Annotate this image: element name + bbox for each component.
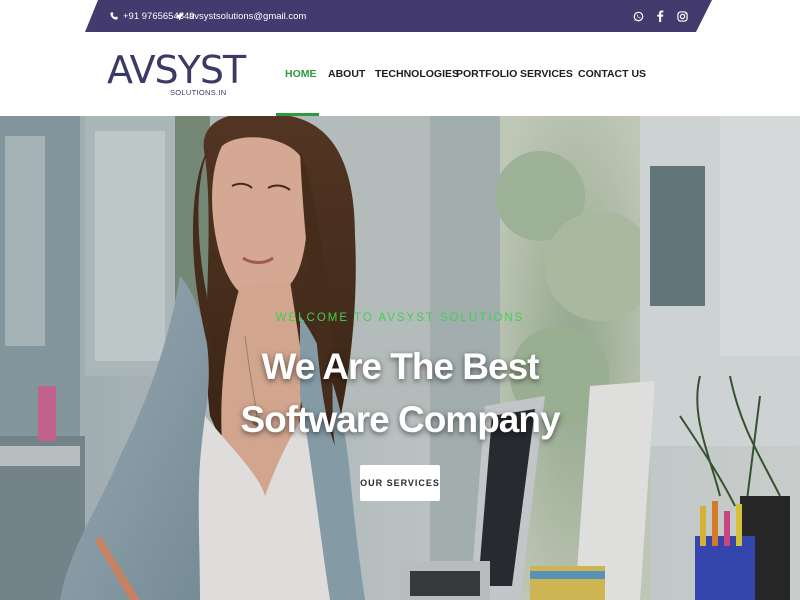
contact-email[interactable]: avsystsolutions@gmail.com	[175, 0, 306, 32]
hero-eyebrow: WELCOME TO AVSYST SOLUTIONS	[275, 312, 525, 324]
facebook-icon	[657, 10, 664, 22]
nav-portfolio[interactable]: PORTFOLIO	[456, 32, 517, 116]
phone-icon	[110, 12, 118, 20]
nav-home[interactable]: HOME	[285, 32, 317, 116]
hero-title: We Are The Best Software Company	[240, 346, 560, 440]
paper-plane-icon	[175, 11, 184, 21]
nav-contact-us[interactable]: CONTACT US	[578, 32, 646, 116]
facebook-link[interactable]	[653, 0, 667, 32]
email-address: avsystsolutions@gmail.com	[189, 10, 307, 22]
nav-services[interactable]: SERVICES	[520, 32, 573, 116]
instagram-icon	[676, 10, 688, 22]
nav-technologies[interactable]: TECHNOLOGIES	[375, 32, 459, 116]
whatsapp-icon	[633, 11, 643, 21]
nav-about[interactable]: ABOUT	[328, 32, 365, 116]
top-bar: +91 9765654849 avsystsolutions@gmail.com	[0, 0, 800, 32]
instagram-link[interactable]	[675, 0, 689, 32]
our-services-button[interactable]: OUR SERVICES	[360, 465, 440, 501]
hero-section: WELCOME TO AVSYST SOLUTIONS We Are The B…	[0, 116, 800, 600]
site-header: AVSYST SOLUTIONS.IN HOME ABOUT TECHNOLOG…	[0, 32, 800, 116]
whatsapp-link[interactable]	[631, 0, 645, 32]
main-nav: HOME ABOUT TECHNOLOGIES PORTFOLIO SERVIC…	[0, 32, 800, 116]
